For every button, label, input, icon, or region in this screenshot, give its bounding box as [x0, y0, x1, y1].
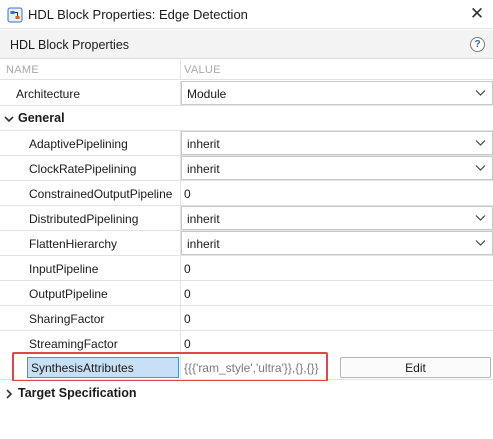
empty-area	[0, 405, 493, 439]
group-target-specification[interactable]: Target Specification	[0, 381, 493, 406]
chevron-down-icon	[475, 240, 486, 246]
property-row-output-pipeline: OutputPipeline 0	[0, 281, 493, 306]
distributed-pipelining-dropdown[interactable]: inherit	[181, 206, 493, 230]
property-row-sharing-factor: SharingFactor 0	[0, 306, 493, 331]
property-row-distributed-pipelining: DistributedPipelining inherit	[0, 206, 493, 231]
column-header: NAME VALUE	[0, 60, 493, 80]
dropdown-value: inherit	[187, 137, 220, 151]
close-icon: ✕	[469, 4, 485, 23]
row-divider	[180, 256, 181, 281]
column-header-value: VALUE	[184, 64, 221, 76]
property-label: ClockRatePipelining	[29, 162, 137, 176]
properties-header: HDL Block Properties ?	[0, 30, 493, 59]
dropdown-value: inherit	[187, 237, 220, 251]
column-divider	[180, 60, 181, 80]
property-label: InputPipeline	[29, 262, 99, 276]
property-label: OutputPipeline	[29, 287, 108, 301]
property-label: StreamingFactor	[29, 337, 118, 351]
input-pipeline-field[interactable]: 0	[184, 262, 191, 276]
chevron-down-icon	[475, 165, 486, 171]
edit-button[interactable]: Edit	[340, 357, 491, 378]
clock-rate-pipelining-dropdown[interactable]: inherit	[181, 156, 493, 180]
output-pipeline-field[interactable]: 0	[184, 287, 191, 301]
sharing-factor-field[interactable]: 0	[184, 312, 191, 326]
help-icon: ?	[474, 39, 481, 50]
chevron-down-icon	[475, 90, 486, 96]
property-label: ConstrainedOutputPipeline	[29, 187, 173, 201]
streaming-factor-field[interactable]: 0	[184, 337, 191, 351]
row-divider	[180, 281, 181, 306]
synthesis-attributes-value: {{{'ram_style','ultra'}},{},{}}	[184, 361, 319, 375]
property-row-input-pipeline: InputPipeline 0	[0, 256, 493, 281]
flatten-hierarchy-dropdown[interactable]: inherit	[181, 231, 493, 255]
property-label: AdaptivePipelining	[29, 137, 128, 151]
row-divider	[180, 181, 181, 206]
close-button[interactable]: ✕	[465, 3, 489, 25]
row-divider	[180, 355, 181, 380]
group-label: General	[18, 111, 65, 125]
adaptive-pipelining-dropdown[interactable]: inherit	[181, 131, 493, 155]
constrained-output-pipeline-field[interactable]: 0	[184, 187, 191, 201]
chevron-down-icon	[4, 116, 14, 123]
row-divider	[180, 331, 181, 356]
architecture-dropdown[interactable]: Module	[181, 81, 493, 105]
panel-title: HDL Block Properties	[10, 38, 130, 52]
property-row-adaptive-pipelining: AdaptivePipelining inherit	[0, 131, 493, 156]
property-label: SynthesisAttributes	[31, 361, 134, 375]
help-button[interactable]: ?	[470, 37, 485, 52]
property-label: SharingFactor	[29, 312, 105, 326]
chevron-down-icon	[475, 215, 486, 221]
group-label: Target Specification	[18, 386, 137, 400]
simulink-app-icon	[7, 7, 23, 23]
property-label: FlattenHierarchy	[29, 237, 118, 251]
column-header-name: NAME	[6, 64, 39, 76]
property-row-synthesis-attributes: SynthesisAttributes {{{'ram_style','ultr…	[0, 355, 493, 380]
dropdown-value: inherit	[187, 162, 220, 176]
chevron-right-icon	[6, 389, 13, 399]
property-row-streaming-factor: StreamingFactor 0	[0, 331, 493, 356]
property-label: DistributedPipelining	[29, 212, 139, 226]
property-label: Architecture	[16, 87, 81, 101]
property-row-constrained-output-pipeline: ConstrainedOutputPipeline 0	[0, 181, 493, 206]
dropdown-value: inherit	[187, 212, 220, 226]
chevron-down-icon	[475, 140, 486, 146]
window-title: HDL Block Properties: Edge Detection	[28, 7, 248, 22]
title-bar: HDL Block Properties: Edge Detection ✕	[0, 0, 493, 29]
synthesis-attributes-selected-cell[interactable]: SynthesisAttributes	[27, 357, 179, 378]
property-row-flatten-hierarchy: FlattenHierarchy inherit	[0, 231, 493, 256]
dropdown-value: Module	[187, 87, 227, 101]
group-general[interactable]: General	[0, 106, 493, 131]
row-divider	[180, 306, 181, 331]
property-row-clock-rate-pipelining: ClockRatePipelining inherit	[0, 156, 493, 181]
property-row-architecture: Architecture Module	[0, 81, 493, 106]
